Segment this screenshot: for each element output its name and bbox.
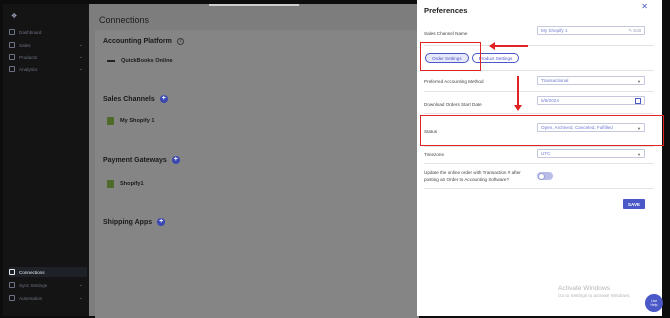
add-shipping-app-icon[interactable]: + (157, 218, 166, 226)
sidebar-item-sales[interactable]: Sales ⌄ (9, 40, 87, 50)
sales-channel-name-label: Sales Channel Name (424, 31, 468, 36)
add-payment-gateway-icon[interactable]: + (171, 156, 180, 164)
update-online-order-label-line2: posting an Order to Accounting Software? (424, 177, 510, 182)
shipping-apps-heading: Shipping Apps + (103, 218, 166, 226)
sidebar-item-label: Products (19, 54, 38, 60)
sidebar-item-label: Sync Settings (19, 282, 48, 288)
divider (424, 163, 654, 164)
section-title: Payment Gateways (103, 156, 167, 164)
chevron-down-icon: ⌄ (78, 282, 83, 288)
products-icon (9, 54, 15, 60)
section-title: Sales Channels (103, 95, 155, 103)
analytics-icon (9, 66, 15, 72)
caret-down-icon: ▼ (637, 79, 641, 84)
chevron-down-icon: ⌄ (78, 42, 83, 48)
shopify-payment-gateway[interactable]: Shopify1 (103, 175, 303, 193)
shopify-sales-channel[interactable]: My Shopify 1 (103, 112, 303, 130)
field-value: My Shopify 1 (541, 28, 568, 33)
sales-channel-name-field[interactable]: My Shopify 1 ✎ Edit (537, 26, 645, 35)
divider (424, 113, 654, 114)
shopify-icon (107, 180, 114, 188)
accounting-platform-heading: Accounting Platform ? (103, 38, 184, 45)
sidebar-item-dashboard[interactable]: Dashboard (9, 27, 87, 37)
calendar-icon[interactable] (635, 98, 641, 104)
annotation-box-status (420, 115, 664, 146)
save-button[interactable]: SAVE (623, 199, 645, 209)
sidebar-item-label: Dashboard (19, 29, 42, 35)
download-start-date-input[interactable]: 5/8/2024 (537, 96, 645, 105)
caret-down-icon: ▼ (637, 152, 641, 157)
section-title: Accounting Platform (103, 38, 172, 45)
sidebar-item-label: Sales (19, 42, 31, 48)
divider (424, 91, 654, 92)
chevron-down-icon: ⌄ (78, 66, 83, 72)
quickbooks-connection[interactable]: QuickBooks Online (103, 52, 303, 70)
quickbooks-icon (107, 60, 115, 62)
main-content: Connections Accounting Platform ? QuickB… (89, 4, 419, 318)
annotation-box-tabs (420, 42, 481, 71)
divider (424, 188, 654, 189)
sidebar-item-products[interactable]: Products ⌄ (9, 52, 87, 62)
accounting-method-label: Preferred Accounting Method (424, 79, 484, 84)
section-title: Shipping Apps (103, 218, 153, 226)
dashboard-icon (9, 29, 15, 35)
connection-label: QuickBooks Online (121, 58, 173, 64)
watermark-title: Activate Windows (558, 285, 611, 292)
field-value: Transactional (541, 78, 569, 83)
payment-gateways-heading: Payment Gateways + (103, 156, 180, 164)
preferences-title: Preferences (424, 6, 468, 15)
live-help-button[interactable]: Live Help (645, 294, 663, 312)
timezone-select[interactable]: UTC ▼ (537, 149, 645, 158)
shopify-icon (107, 117, 114, 125)
automation-icon (9, 295, 15, 301)
connection-label: Shopify1 (120, 181, 144, 187)
page-title: Connections (99, 15, 150, 25)
top-divider (209, 4, 299, 6)
connections-card: Accounting Platform ? QuickBooks Online … (95, 30, 419, 318)
chat-line2: Help (650, 303, 658, 307)
sidebar-item-connections[interactable]: Connections (9, 267, 87, 277)
field-value: 5/8/2024 (541, 98, 559, 103)
help-icon[interactable]: ? (176, 38, 184, 45)
field-value: UTC (541, 151, 551, 156)
annotation-arrow-left (489, 42, 528, 50)
activate-windows-watermark: Activate Windows Go to Settings to activ… (558, 285, 631, 298)
watermark-subtitle: Go to Settings to activate Windows. (558, 293, 631, 298)
sidebar: ❖ Dashboard Sales ⌄ Products ⌄ Analytics… (3, 4, 89, 316)
toggle-knob (537, 172, 545, 180)
chevron-down-icon: ⌄ (78, 54, 83, 60)
sidebar-item-analytics[interactable]: Analytics ⌄ (9, 64, 87, 74)
update-online-order-toggle[interactable] (537, 172, 553, 180)
sidebar-item-label: Connections (19, 269, 45, 275)
download-start-date-label: Download Orders Start Date (424, 102, 482, 107)
sidebar-item-automation[interactable]: Automation ⌄ (9, 293, 87, 303)
update-online-order-label: Update the online order with Transaction… (424, 170, 521, 175)
timezone-label: Timezone (424, 152, 444, 157)
add-sales-channel-icon[interactable]: + (159, 95, 168, 103)
accounting-method-select[interactable]: Transactional ▼ (537, 76, 645, 85)
logo-icon[interactable]: ❖ (11, 12, 19, 20)
sales-icon (9, 42, 15, 48)
sidebar-item-label: Analytics (19, 66, 38, 72)
close-icon[interactable]: ✕ (641, 2, 648, 11)
sidebar-item-sync-settings[interactable]: Sync Settings ⌄ (9, 280, 87, 290)
edit-button[interactable]: ✎ Edit (629, 28, 641, 34)
sidebar-item-label: Automation (19, 295, 43, 301)
chevron-down-icon: ⌄ (78, 295, 83, 301)
divider (424, 146, 654, 147)
connections-icon (9, 269, 15, 275)
sales-channels-heading: Sales Channels + (103, 95, 168, 103)
connection-label: My Shopify 1 (120, 118, 155, 124)
annotation-arrow-down (514, 76, 522, 111)
sync-icon (9, 282, 15, 288)
